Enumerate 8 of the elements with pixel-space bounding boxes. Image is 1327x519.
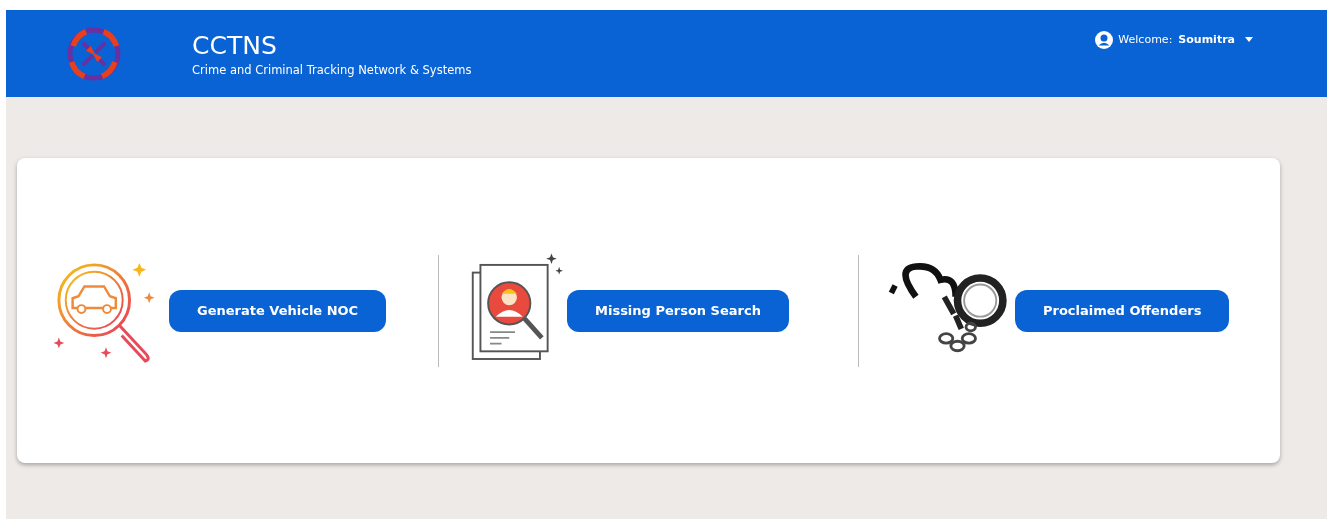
user-menu[interactable]: Welcome: Soumitra bbox=[1094, 29, 1253, 50]
caret-icon bbox=[1245, 37, 1253, 42]
action-button[interactable]: Generate Vehicle NOC bbox=[169, 289, 387, 332]
user-icon bbox=[1094, 29, 1115, 50]
action-button[interactable]: Proclaimed Offenders bbox=[1015, 289, 1230, 332]
action-button[interactable]: Missing Person Search bbox=[567, 289, 789, 332]
app-title: CCTNS bbox=[192, 30, 278, 61]
app-subtitle: Crime and Criminal Tracking Network & Systems bbox=[192, 62, 472, 77]
